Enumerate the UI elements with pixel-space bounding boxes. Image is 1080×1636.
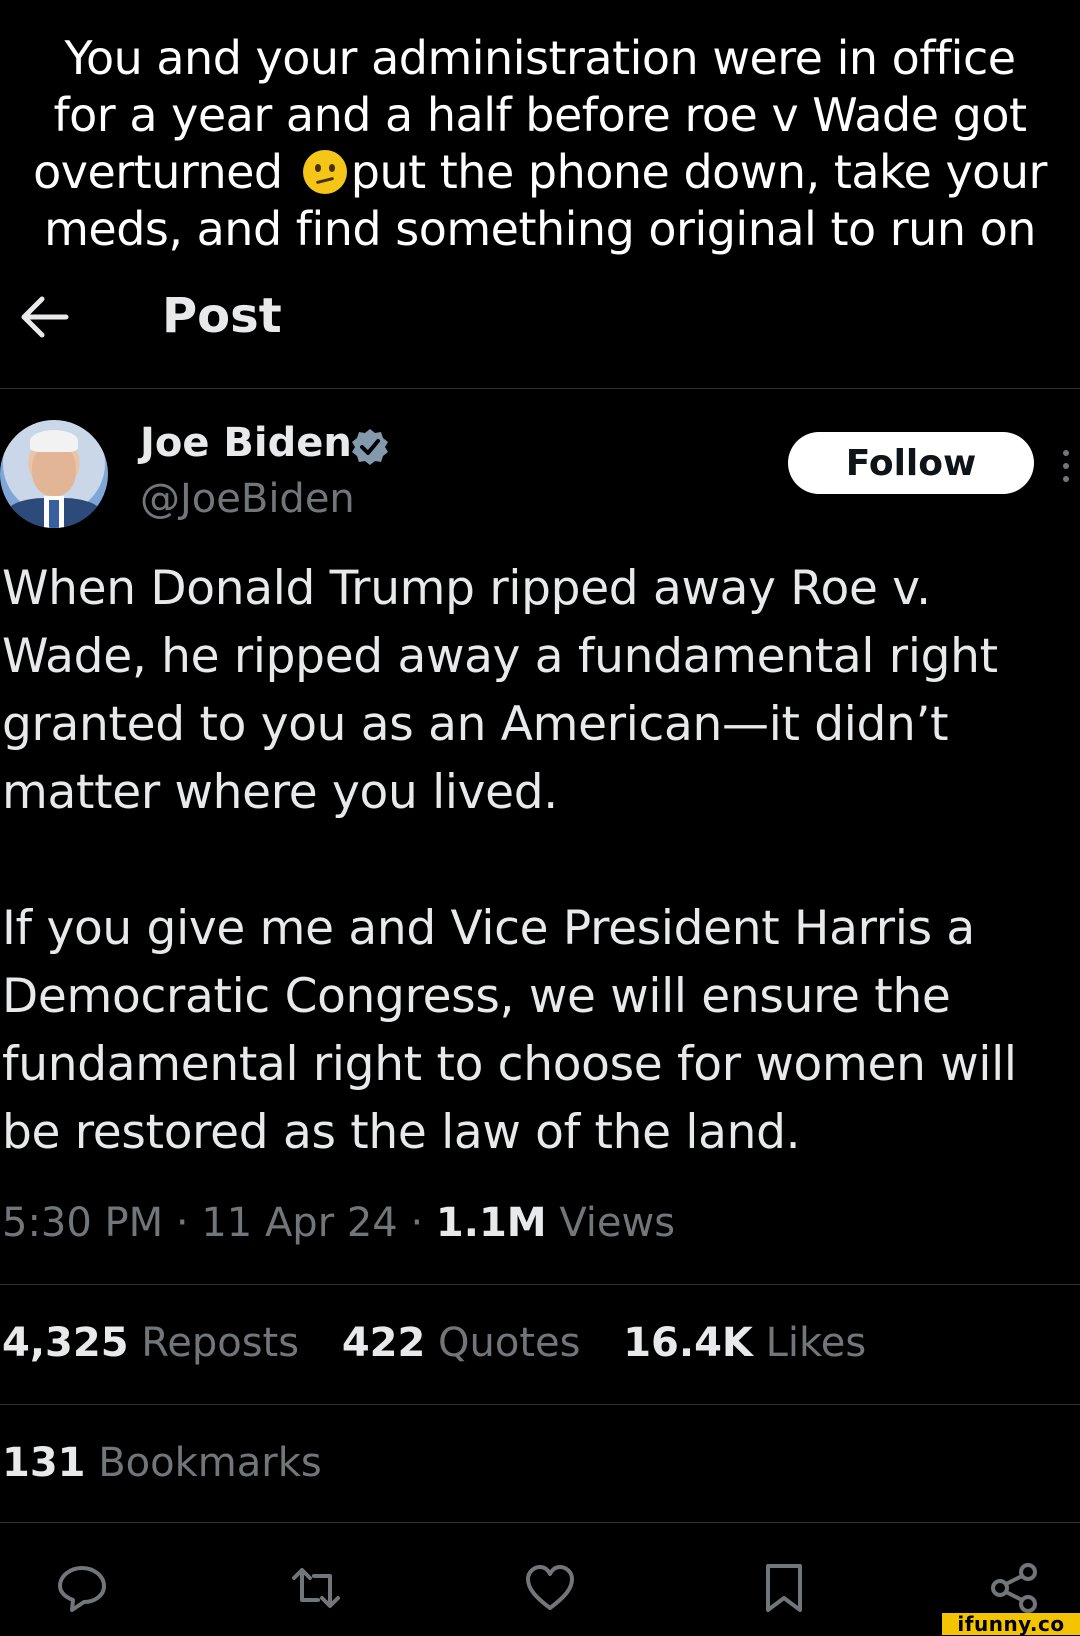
bookmark-button[interactable] xyxy=(756,1560,812,1616)
caption-line-3: overturned put the phone down, take your xyxy=(0,144,1080,201)
tweet-time[interactable]: 5:30 PM xyxy=(2,1200,163,1246)
views-label: Views xyxy=(559,1200,676,1246)
bookmarks-label: Bookmarks xyxy=(98,1440,322,1486)
post-header: Post xyxy=(0,282,1080,354)
author-name[interactable]: Joe Biden xyxy=(140,420,352,466)
tweet-date[interactable]: 11 Apr 24 xyxy=(201,1200,397,1246)
tweet-metadata: 5:30 PM · 11 Apr 24 · 1.1M Views xyxy=(2,1200,676,1246)
quotes-label: Quotes xyxy=(438,1320,581,1366)
verified-badge-icon xyxy=(352,429,388,465)
share-button[interactable] xyxy=(986,1560,1042,1616)
divider xyxy=(0,1404,1080,1405)
caption-line-1: You and your administration were in offi… xyxy=(64,31,1016,85)
bookmarks-stat[interactable]: 131 Bookmarks xyxy=(2,1440,322,1486)
back-button[interactable] xyxy=(16,292,74,342)
repost-icon xyxy=(292,1568,340,1608)
likes-count: 16.4K xyxy=(623,1320,753,1366)
reposts-label: Reposts xyxy=(141,1320,300,1366)
tweet-text: When Donald Trump ripped away Roe v. Wad… xyxy=(2,555,1072,1167)
share-icon xyxy=(991,1563,1037,1613)
bookmarks-count: 131 xyxy=(2,1440,86,1486)
more-options-icon[interactable] xyxy=(1056,448,1076,484)
quotes-count: 422 xyxy=(341,1320,426,1366)
bookmark-icon xyxy=(766,1564,802,1612)
likes-label: Likes xyxy=(765,1320,867,1366)
quotes-stat[interactable]: 422 Quotes xyxy=(342,1320,581,1366)
reply-icon xyxy=(58,1566,106,1612)
views-count: 1.1M xyxy=(435,1200,547,1246)
like-icon xyxy=(526,1565,574,1610)
caption-line-2: for a year and a half before roe v Wade … xyxy=(53,88,1027,142)
divider xyxy=(0,1284,1080,1285)
tweet-paragraph-2: If you give me and Vice President Harris… xyxy=(2,901,1017,1160)
likes-stat[interactable]: 16.4K Likes xyxy=(623,1320,866,1366)
tweet-paragraph-1: When Donald Trump ripped away Roe v. Wad… xyxy=(2,561,998,820)
caption-line-3-start: overturned xyxy=(33,145,297,199)
confused-face-emoji-icon xyxy=(302,150,347,194)
reply-button[interactable] xyxy=(54,1560,110,1616)
reposts-stat[interactable]: 4,325 Reposts xyxy=(2,1320,299,1366)
page-title: Post xyxy=(162,288,282,344)
arrow-left-icon xyxy=(21,296,69,338)
ifunny-watermark: ifunny.co xyxy=(942,1612,1080,1636)
divider xyxy=(0,388,1080,389)
follow-button[interactable]: Follow xyxy=(788,432,1034,494)
like-button[interactable] xyxy=(522,1560,578,1616)
repost-button[interactable] xyxy=(288,1560,344,1616)
engagement-stats: 4,325 Reposts 422 Quotes 16.4K Likes xyxy=(2,1320,896,1366)
author-handle[interactable]: @JoeBiden xyxy=(140,476,355,522)
avatar[interactable] xyxy=(0,420,108,528)
action-bar xyxy=(0,1560,1080,1620)
reposts-count: 4,325 xyxy=(2,1320,129,1366)
caption-line-3-end: put the phone down, take your xyxy=(350,145,1048,199)
caption-line-4: meds, and find something original to run… xyxy=(44,202,1036,256)
meme-caption: You and your administration were in offi… xyxy=(0,30,1080,258)
divider xyxy=(0,1522,1080,1523)
